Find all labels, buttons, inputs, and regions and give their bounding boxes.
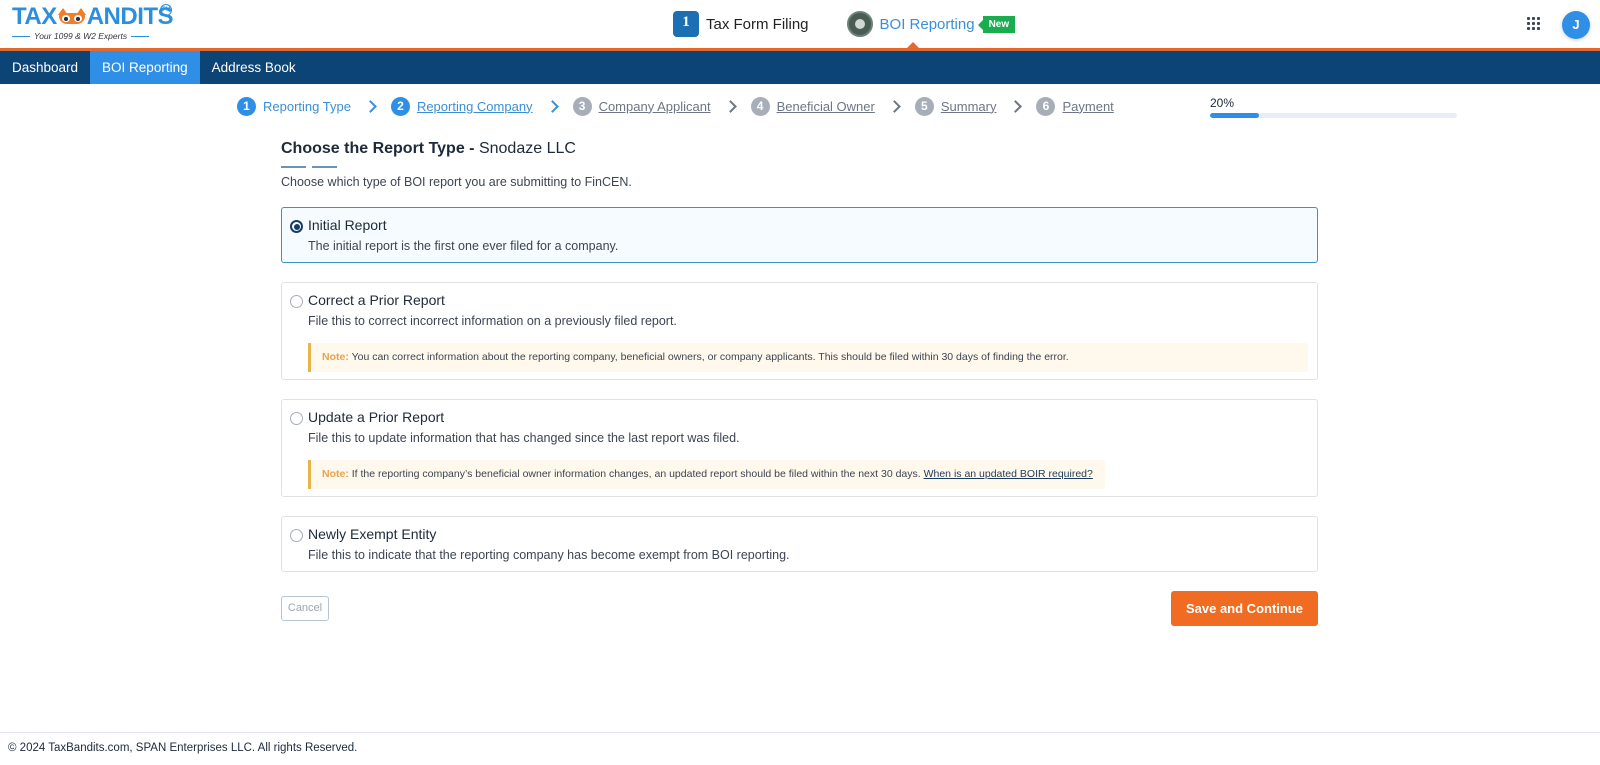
step-number: 5: [914, 96, 934, 116]
new-badge: New: [977, 15, 1016, 33]
irs-icon: [673, 11, 699, 37]
footer-copyright: © 2024 TaxBandits.com, SPAN Enterprises …: [0, 732, 1600, 765]
option-description: File this to indicate that the reporting…: [308, 548, 790, 562]
step-number: 1: [237, 96, 256, 116]
option-description: File this to update information that has…: [308, 431, 740, 445]
app-label: Tax Form Filing: [706, 15, 809, 33]
top-header: TAX ANDITS TM Your 1099 & W2 Experts Tax…: [0, 0, 1600, 48]
title-underline: [281, 166, 1318, 168]
step-label: Payment: [1062, 98, 1114, 114]
tagline-rule: [131, 35, 150, 37]
step-label: Summary: [940, 98, 997, 114]
step-company-applicant[interactable]: 3 Company Applicant: [572, 96, 711, 116]
radio-button-checked[interactable]: [290, 220, 303, 233]
option-description: The initial report is the first one ever…: [308, 239, 619, 253]
progress-stepper: 1 Reporting Type 2 Reporting Company 3 C…: [237, 95, 1114, 117]
option-title: Correct a Prior Report: [308, 292, 445, 308]
step-reporting-company[interactable]: 2 Reporting Company: [390, 96, 533, 116]
step-reporting-type[interactable]: 1 Reporting Type: [237, 96, 351, 116]
owl-mascot-icon: [57, 8, 86, 26]
completion-progress: 20%: [1210, 96, 1457, 118]
step-label: Beneficial Owner: [776, 98, 875, 114]
page-subtitle: Choose which type of BOI report you are …: [281, 175, 632, 189]
page-title: Choose the Report Type - Snodaze LLC: [281, 140, 1318, 162]
app-label: BOI Reporting: [879, 15, 975, 33]
updated-boir-help-link[interactable]: When is an updated BOIR required?: [924, 468, 1093, 480]
app-tax-form-filing[interactable]: Tax Form Filing: [673, 11, 809, 37]
note-box: Note: If the reporting company’s benefic…: [308, 460, 1105, 489]
option-update-prior-report[interactable]: Update a Prior Report File this to updat…: [281, 399, 1318, 497]
company-name: Snodaze LLC: [478, 140, 576, 157]
option-title: Initial Report: [308, 217, 387, 233]
step-number: 3: [572, 96, 592, 116]
app-boi-reporting[interactable]: BOI Reporting New: [846, 11, 1016, 37]
cancel-button[interactable]: Cancel: [281, 596, 329, 621]
step-summary[interactable]: 5 Summary: [914, 96, 997, 116]
boi-seal-icon: [846, 11, 873, 37]
trademark-icon: TM: [160, 4, 172, 16]
note-label: Note:: [322, 351, 349, 363]
radio-button[interactable]: [290, 529, 303, 542]
taxbandits-logo[interactable]: TAX ANDITS TM Your 1099 & W2 Experts: [12, 4, 182, 46]
option-initial-report[interactable]: Initial Report The initial report is the…: [281, 207, 1318, 263]
chevron-right-icon: [543, 95, 565, 117]
step-number: 4: [750, 96, 770, 116]
step-label: Reporting Type: [263, 98, 351, 114]
progress-fill: [1210, 113, 1260, 118]
logo-tagline: Your 1099 & W2 Experts: [34, 31, 128, 41]
report-type-section: Choose the Report Type - Snodaze LLC Cho…: [281, 140, 1318, 193]
step-label: Company Applicant: [598, 98, 711, 114]
chevron-right-icon: [721, 95, 743, 117]
option-title: Newly Exempt Entity: [308, 526, 437, 542]
progress-percent: 20%: [1210, 96, 1235, 110]
nav-tab-address-book[interactable]: Address Book: [200, 51, 308, 84]
note-text: If the reporting company’s beneficial ow…: [348, 468, 924, 480]
note-box: Note: You can correct information about …: [308, 343, 1308, 372]
app-grid-icon[interactable]: [1527, 17, 1541, 31]
note-label: Note:: [322, 468, 349, 480]
tagline-rule: [12, 35, 30, 37]
progress-track: [1210, 113, 1457, 118]
nav-tab-dashboard[interactable]: Dashboard: [0, 51, 90, 84]
app-switcher: Tax Form Filing BOI Reporting New: [673, 10, 1016, 38]
chevron-right-icon: [361, 95, 383, 117]
option-title: Update a Prior Report: [308, 409, 445, 425]
user-avatar[interactable]: J: [1562, 11, 1590, 39]
option-newly-exempt-entity[interactable]: Newly Exempt Entity File this to indicat…: [281, 516, 1318, 572]
radio-button[interactable]: [290, 412, 303, 425]
step-number: 2: [390, 96, 410, 116]
nav-tab-boi-reporting[interactable]: BOI Reporting: [90, 51, 200, 84]
option-correct-prior-report[interactable]: Correct a Prior Report File this to corr…: [281, 282, 1318, 380]
logo-text-left: TAX: [12, 3, 57, 30]
main-nav: Dashboard BOI Reporting Address Book: [0, 51, 1600, 84]
chevron-right-icon: [885, 95, 907, 117]
step-number: 6: [1036, 96, 1056, 116]
step-beneficial-owner[interactable]: 4 Beneficial Owner: [750, 96, 875, 116]
note-text: You can correct information about the re…: [348, 351, 1069, 363]
radio-button[interactable]: [290, 295, 303, 308]
option-description: File this to correct incorrect informati…: [308, 314, 677, 328]
step-payment[interactable]: 6 Payment: [1036, 96, 1114, 116]
chevron-right-icon: [1006, 95, 1028, 117]
title-text: Choose the Report Type -: [281, 140, 475, 157]
save-and-continue-button[interactable]: Save and Continue: [1171, 591, 1318, 626]
step-label: Reporting Company: [416, 98, 533, 114]
